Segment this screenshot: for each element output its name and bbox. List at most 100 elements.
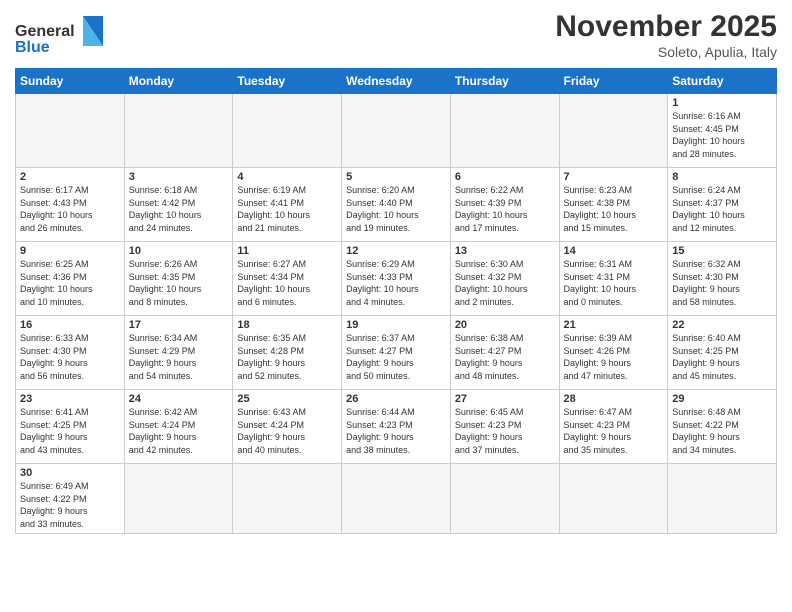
day-number: 17 xyxy=(129,319,229,331)
day-info: Sunrise: 6:45 AM Sunset: 4:23 PM Dayligh… xyxy=(455,406,555,456)
day-info: Sunrise: 6:16 AM Sunset: 4:45 PM Dayligh… xyxy=(672,110,772,160)
day-info: Sunrise: 6:40 AM Sunset: 4:25 PM Dayligh… xyxy=(672,332,772,382)
col-saturday: Saturday xyxy=(668,69,777,94)
calendar-day: 24Sunrise: 6:42 AM Sunset: 4:24 PM Dayli… xyxy=(124,390,233,464)
day-number: 11 xyxy=(237,245,337,257)
calendar-day: 7Sunrise: 6:23 AM Sunset: 4:38 PM Daylig… xyxy=(559,168,668,242)
day-number: 4 xyxy=(237,171,337,183)
page: General Blue November 2025 Soleto, Apuli… xyxy=(0,0,792,612)
calendar-day: 10Sunrise: 6:26 AM Sunset: 4:35 PM Dayli… xyxy=(124,242,233,316)
day-info: Sunrise: 6:22 AM Sunset: 4:39 PM Dayligh… xyxy=(455,184,555,234)
day-number: 21 xyxy=(564,319,664,331)
day-info: Sunrise: 6:48 AM Sunset: 4:22 PM Dayligh… xyxy=(672,406,772,456)
day-info: Sunrise: 6:29 AM Sunset: 4:33 PM Dayligh… xyxy=(346,258,446,308)
day-info: Sunrise: 6:41 AM Sunset: 4:25 PM Dayligh… xyxy=(20,406,120,456)
calendar-day xyxy=(124,464,233,534)
calendar-day: 5Sunrise: 6:20 AM Sunset: 4:40 PM Daylig… xyxy=(342,168,451,242)
svg-text:General: General xyxy=(15,23,75,40)
calendar-day: 21Sunrise: 6:39 AM Sunset: 4:26 PM Dayli… xyxy=(559,316,668,390)
calendar-day: 6Sunrise: 6:22 AM Sunset: 4:39 PM Daylig… xyxy=(450,168,559,242)
day-info: Sunrise: 6:44 AM Sunset: 4:23 PM Dayligh… xyxy=(346,406,446,456)
day-info: Sunrise: 6:18 AM Sunset: 4:42 PM Dayligh… xyxy=(129,184,229,234)
col-sunday: Sunday xyxy=(16,69,125,94)
day-number: 18 xyxy=(237,319,337,331)
calendar-week-row: 2Sunrise: 6:17 AM Sunset: 4:43 PM Daylig… xyxy=(16,168,777,242)
day-number: 8 xyxy=(672,171,772,183)
day-info: Sunrise: 6:34 AM Sunset: 4:29 PM Dayligh… xyxy=(129,332,229,382)
day-number: 23 xyxy=(20,393,120,405)
calendar-day: 3Sunrise: 6:18 AM Sunset: 4:42 PM Daylig… xyxy=(124,168,233,242)
day-info: Sunrise: 6:20 AM Sunset: 4:40 PM Dayligh… xyxy=(346,184,446,234)
day-number: 25 xyxy=(237,393,337,405)
col-friday: Friday xyxy=(559,69,668,94)
calendar-week-row: 23Sunrise: 6:41 AM Sunset: 4:25 PM Dayli… xyxy=(16,390,777,464)
day-number: 12 xyxy=(346,245,446,257)
day-info: Sunrise: 6:33 AM Sunset: 4:30 PM Dayligh… xyxy=(20,332,120,382)
day-info: Sunrise: 6:35 AM Sunset: 4:28 PM Dayligh… xyxy=(237,332,337,382)
calendar-week-row: 30Sunrise: 6:49 AM Sunset: 4:22 PM Dayli… xyxy=(16,464,777,534)
calendar-day xyxy=(342,94,451,168)
day-number: 15 xyxy=(672,245,772,257)
col-thursday: Thursday xyxy=(450,69,559,94)
location: Soleto, Apulia, Italy xyxy=(555,44,777,60)
day-number: 10 xyxy=(129,245,229,257)
day-info: Sunrise: 6:31 AM Sunset: 4:31 PM Dayligh… xyxy=(564,258,664,308)
calendar-day: 13Sunrise: 6:30 AM Sunset: 4:32 PM Dayli… xyxy=(450,242,559,316)
day-info: Sunrise: 6:19 AM Sunset: 4:41 PM Dayligh… xyxy=(237,184,337,234)
calendar-day: 27Sunrise: 6:45 AM Sunset: 4:23 PM Dayli… xyxy=(450,390,559,464)
day-info: Sunrise: 6:27 AM Sunset: 4:34 PM Dayligh… xyxy=(237,258,337,308)
calendar-header-row: Sunday Monday Tuesday Wednesday Thursday… xyxy=(16,69,777,94)
calendar-day: 16Sunrise: 6:33 AM Sunset: 4:30 PM Dayli… xyxy=(16,316,125,390)
calendar-day: 23Sunrise: 6:41 AM Sunset: 4:25 PM Dayli… xyxy=(16,390,125,464)
logo-wordmark: General Blue xyxy=(15,14,105,59)
day-info: Sunrise: 6:17 AM Sunset: 4:43 PM Dayligh… xyxy=(20,184,120,234)
calendar-day: 14Sunrise: 6:31 AM Sunset: 4:31 PM Dayli… xyxy=(559,242,668,316)
calendar-day: 12Sunrise: 6:29 AM Sunset: 4:33 PM Dayli… xyxy=(342,242,451,316)
calendar-day: 8Sunrise: 6:24 AM Sunset: 4:37 PM Daylig… xyxy=(668,168,777,242)
day-info: Sunrise: 6:37 AM Sunset: 4:27 PM Dayligh… xyxy=(346,332,446,382)
day-number: 7 xyxy=(564,171,664,183)
calendar-week-row: 16Sunrise: 6:33 AM Sunset: 4:30 PM Dayli… xyxy=(16,316,777,390)
calendar-day: 1Sunrise: 6:16 AM Sunset: 4:45 PM Daylig… xyxy=(668,94,777,168)
calendar-day xyxy=(559,94,668,168)
calendar-day: 2Sunrise: 6:17 AM Sunset: 4:43 PM Daylig… xyxy=(16,168,125,242)
day-info: Sunrise: 6:39 AM Sunset: 4:26 PM Dayligh… xyxy=(564,332,664,382)
day-info: Sunrise: 6:23 AM Sunset: 4:38 PM Dayligh… xyxy=(564,184,664,234)
calendar-table: Sunday Monday Tuesday Wednesday Thursday… xyxy=(15,68,777,534)
day-number: 14 xyxy=(564,245,664,257)
col-tuesday: Tuesday xyxy=(233,69,342,94)
calendar-day xyxy=(559,464,668,534)
day-info: Sunrise: 6:32 AM Sunset: 4:30 PM Dayligh… xyxy=(672,258,772,308)
svg-text:Blue: Blue xyxy=(15,39,50,54)
calendar-day xyxy=(342,464,451,534)
day-number: 3 xyxy=(129,171,229,183)
col-monday: Monday xyxy=(124,69,233,94)
day-number: 19 xyxy=(346,319,446,331)
calendar-day: 15Sunrise: 6:32 AM Sunset: 4:30 PM Dayli… xyxy=(668,242,777,316)
calendar-day: 29Sunrise: 6:48 AM Sunset: 4:22 PM Dayli… xyxy=(668,390,777,464)
day-number: 28 xyxy=(564,393,664,405)
day-info: Sunrise: 6:47 AM Sunset: 4:23 PM Dayligh… xyxy=(564,406,664,456)
day-info: Sunrise: 6:43 AM Sunset: 4:24 PM Dayligh… xyxy=(237,406,337,456)
calendar-day: 9Sunrise: 6:25 AM Sunset: 4:36 PM Daylig… xyxy=(16,242,125,316)
calendar-day xyxy=(233,464,342,534)
day-info: Sunrise: 6:24 AM Sunset: 4:37 PM Dayligh… xyxy=(672,184,772,234)
day-number: 24 xyxy=(129,393,229,405)
calendar-day xyxy=(450,464,559,534)
day-info: Sunrise: 6:49 AM Sunset: 4:22 PM Dayligh… xyxy=(20,480,120,530)
day-number: 26 xyxy=(346,393,446,405)
day-number: 16 xyxy=(20,319,120,331)
calendar-day xyxy=(450,94,559,168)
calendar-day: 17Sunrise: 6:34 AM Sunset: 4:29 PM Dayli… xyxy=(124,316,233,390)
day-info: Sunrise: 6:26 AM Sunset: 4:35 PM Dayligh… xyxy=(129,258,229,308)
calendar-day: 26Sunrise: 6:44 AM Sunset: 4:23 PM Dayli… xyxy=(342,390,451,464)
logo: General Blue xyxy=(15,14,105,59)
day-number: 5 xyxy=(346,171,446,183)
day-number: 9 xyxy=(20,245,120,257)
day-number: 2 xyxy=(20,171,120,183)
calendar-day xyxy=(233,94,342,168)
day-number: 22 xyxy=(672,319,772,331)
header: General Blue November 2025 Soleto, Apuli… xyxy=(15,10,777,60)
calendar-day xyxy=(668,464,777,534)
day-number: 20 xyxy=(455,319,555,331)
